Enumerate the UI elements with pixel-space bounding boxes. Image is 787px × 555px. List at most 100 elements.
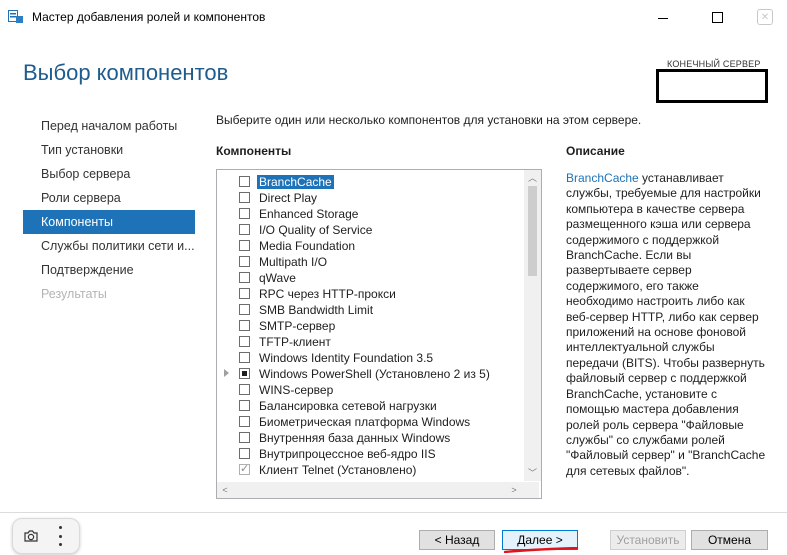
feature-label: Multipath I/O [259,255,328,269]
feature-row[interactable]: RPC через HTTP-прокси [217,286,523,302]
nav-item-server-selection[interactable]: Выбор сервера [23,162,195,186]
feature-row[interactable]: BranchCache [217,174,523,190]
feature-label: Внутрипроцессное веб-ядро IIS [259,447,436,461]
nav-item-installation-type[interactable]: Тип установки [23,138,195,162]
description-link[interactable]: BranchCache [566,171,639,185]
minimize-icon [658,17,668,19]
feature-row[interactable]: SMB Bandwidth Limit [217,302,523,318]
page-title: Выбор компонентов [23,60,229,85]
nav-item-features[interactable]: Компоненты [23,210,195,234]
feature-checkbox[interactable] [239,256,250,267]
feature-label: Биометрическая платформа Windows [259,415,471,429]
instruction-text: Выберите один или несколько компонентов … [216,113,642,127]
feature-checkbox[interactable] [239,448,250,459]
feature-checkbox[interactable] [239,352,250,363]
feature-row[interactable]: Балансировка сетевой нагрузки [217,398,523,414]
minimize-button[interactable] [640,0,686,34]
feature-checkbox[interactable] [239,208,250,219]
feature-checkbox[interactable] [239,224,250,235]
feature-row[interactable]: Multipath I/O [217,254,523,270]
more-vertical-icon[interactable] [57,526,63,546]
feature-checkbox[interactable] [239,176,250,187]
feature-label: Direct Play [259,191,318,205]
feature-checkbox[interactable] [239,288,250,299]
close-icon: ✕ [757,9,773,25]
feature-label: qWave [259,271,296,285]
feature-checkbox[interactable] [239,432,250,443]
maximize-icon [711,11,723,23]
nav-item-confirmation[interactable]: Подтверждение [23,258,195,282]
feature-row[interactable]: Внутренняя база данных Windows [217,430,523,446]
scroll-corner [522,482,539,498]
feature-row[interactable]: Windows Identity Foundation 3.5 [217,350,523,366]
back-button[interactable]: < Назад [419,530,495,550]
description-header: Описание [566,144,625,158]
feature-row[interactable]: SMTP-сервер [217,318,523,334]
feature-row[interactable]: I/O Quality of Service [217,222,523,238]
feature-checkbox[interactable] [239,462,250,475]
feature-checkbox[interactable] [239,192,250,203]
feature-row[interactable]: Direct Play [217,190,523,206]
feature-label: WINS-сервер [259,383,334,397]
feature-label: Windows Identity Foundation 3.5 [259,351,434,365]
description-text: BranchCache устанавливает службы, требуе… [566,171,766,479]
feature-checkbox[interactable] [239,240,250,251]
destination-server-label: КОНЕЧНЫЙ СЕРВЕР [667,59,761,69]
components-rows: BranchCache Direct Play Enhanced Storage I/… [217,174,523,478]
nav-item-before-you-begin[interactable]: Перед началом работы [23,114,195,138]
feature-row[interactable]: Windows PowerShell (Установлено 2 из 5) [217,366,523,382]
nav-item-network-policy[interactable]: Службы политики сети и... [23,234,195,258]
feature-row[interactable]: Внутрипроцессное веб-ядро IIS [217,446,523,462]
description-body: устанавливает службы, требуемые для наст… [566,171,766,478]
horizontal-scrollbar[interactable]: < > [217,482,539,498]
screenshot-toolbar [12,518,80,554]
feature-checkbox[interactable] [239,384,250,395]
feature-label: Внутренняя база данных Windows [259,431,451,445]
feature-checkbox[interactable] [239,336,250,347]
nav-item-server-roles[interactable]: Роли сервера [23,186,195,210]
scroll-left-icon[interactable]: < [217,482,233,498]
close-button[interactable]: ✕ [742,0,787,34]
destination-server-redacted [656,69,768,103]
feature-label: RPC через HTTP-прокси [259,287,396,301]
scroll-right-icon[interactable]: > [506,482,522,498]
feature-label: Балансировка сетевой нагрузки [259,399,437,413]
feature-row[interactable]: WINS-сервер [217,382,523,398]
feature-row[interactable]: Клиент Telnet (Установлено) [217,462,523,478]
feature-checkbox[interactable] [239,400,250,411]
feature-label: I/O Quality of Service [259,223,373,237]
wizard-nav: Перед началом работы Тип установки Выбор… [23,114,195,306]
cancel-button[interactable]: Отмена [691,530,768,550]
feature-row[interactable]: Media Foundation [217,238,523,254]
feature-label: BranchCache [257,175,334,189]
scroll-down-icon[interactable]: ﹀ [524,465,541,481]
feature-label: Media Foundation [259,239,356,253]
feature-row[interactable]: TFTP-клиент [217,334,523,350]
scroll-up-icon[interactable]: ︿ [524,170,541,186]
title-bar: Мастер добавления ролей и компонентов ✕ [0,0,787,34]
feature-label: TFTP-клиент [259,335,331,349]
feature-checkbox[interactable] [239,304,250,315]
install-button: Установить [610,530,686,550]
components-list[interactable]: BranchCache Direct Play Enhanced Storage I/… [216,169,542,499]
feature-label: Клиент Telnet (Установлено) [259,463,417,477]
feature-row[interactable]: qWave [217,270,523,286]
components-header: Компоненты [216,144,292,158]
feature-label: SMB Bandwidth Limit [259,303,374,317]
window-title: Мастер добавления ролей и компонентов [32,10,266,24]
maximize-button[interactable] [694,0,740,34]
red-underline-annotation [503,547,579,553]
feature-checkbox[interactable] [239,272,250,283]
vertical-scrollbar[interactable]: ︿ ﹀ [524,170,541,481]
scroll-thumb[interactable] [528,186,537,276]
feature-label: SMTP-сервер [259,319,336,333]
feature-checkbox[interactable] [239,416,250,427]
feature-checkbox[interactable] [239,368,250,379]
feature-checkbox[interactable] [239,320,250,331]
nav-item-results: Результаты [41,287,107,301]
expand-arrow-icon[interactable] [224,369,229,377]
feature-row[interactable]: Enhanced Storage [217,206,523,222]
camera-icon[interactable] [23,528,39,544]
feature-label: Windows PowerShell (Установлено 2 из 5) [259,367,490,381]
feature-row[interactable]: Биометрическая платформа Windows [217,414,523,430]
